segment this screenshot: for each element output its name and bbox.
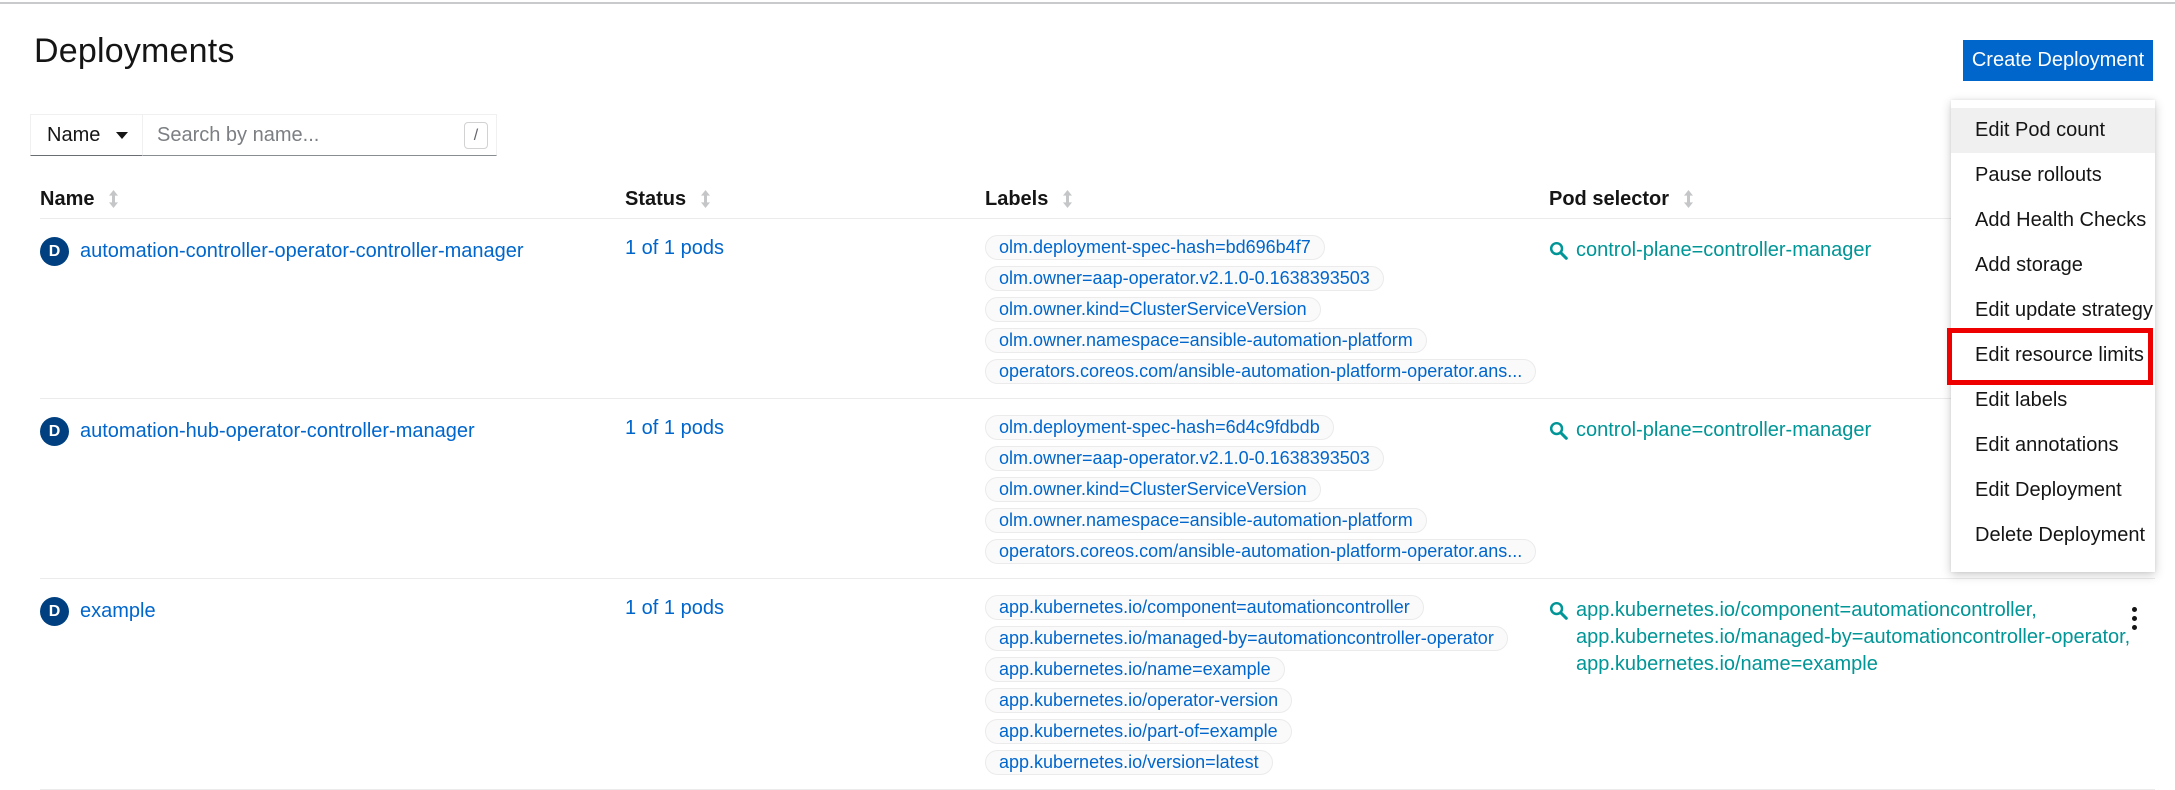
actions-cell (2126, 597, 2155, 634)
table-row: Dexample1 of 1 podsapp.kubernetes.io/com… (40, 578, 2155, 790)
pod-selector-link[interactable]: app.kubernetes.io/component=automationco… (1549, 597, 2089, 678)
menu-item-edit-pod-count[interactable]: Edit Pod count (1951, 108, 2155, 153)
labels-cell: olm.deployment-spec-hash=6d4c9fdbdb olm.o… (985, 415, 1549, 564)
search-box: / (143, 114, 497, 156)
chevron-down-icon (116, 132, 128, 139)
label-pill[interactable]: app.kubernetes.io/name=example (985, 657, 1285, 682)
menu-item-edit-labels[interactable]: Edit labels (1951, 378, 2155, 423)
sort-icon (1683, 190, 1694, 208)
pod-selector-line: control-plane=controller-manager (1576, 417, 1871, 444)
column-header-labels[interactable]: Labels (985, 188, 1549, 211)
labels-cell: olm.deployment-spec-hash=bd696b4f7 olm.ow… (985, 235, 1549, 384)
status-cell: 1 of 1 pods (625, 597, 985, 620)
menu-item-add-health-checks[interactable]: Add Health Checks (1951, 198, 2155, 243)
deployment-link[interactable]: automation-controller-operator-controlle… (80, 240, 524, 263)
filter-type-select[interactable]: Name (30, 114, 143, 156)
deployment-resource-badge: D (40, 597, 69, 626)
label-pill[interactable]: olm.owner.kind=ClusterServiceVersion (985, 297, 1321, 322)
status-cell: 1 of 1 pods (625, 237, 985, 260)
label-pill[interactable]: app.kubernetes.io/version=latest (985, 750, 1273, 775)
filter-type-label: Name (47, 124, 100, 147)
sort-icon (700, 190, 711, 208)
pod-selector-line: app.kubernetes.io/component=automationco… (1576, 597, 2130, 624)
kebab-dropdown-menu: Edit Pod countPause rolloutsAdd Health C… (1951, 100, 2155, 572)
label-pill[interactable]: app.kubernetes.io/component=automationco… (985, 595, 1424, 620)
label-pill[interactable]: operators.coreos.com/ansible-automation-… (985, 539, 1536, 564)
pods-status-link[interactable]: 1 of 1 pods (625, 417, 724, 439)
label-pill[interactable]: olm.owner.namespace=ansible-automation-p… (985, 508, 1427, 533)
label-pill[interactable]: app.kubernetes.io/operator-version (985, 688, 1292, 713)
sort-icon (108, 190, 119, 208)
column-header-label: Name (40, 188, 94, 211)
deployments-table: Name Status Labels Pod selector Dautomation… (0, 180, 2175, 790)
column-header-name[interactable]: Name (40, 188, 625, 211)
masthead-divider (0, 2, 2175, 4)
label-pill[interactable]: olm.owner=aap-operator.v2.1.0-0.16383935… (985, 266, 1384, 291)
label-pill[interactable]: olm.owner=aap-operator.v2.1.0-0.16383935… (985, 446, 1384, 471)
search-input[interactable] (143, 115, 496, 155)
pods-status-link[interactable]: 1 of 1 pods (625, 597, 724, 619)
column-header-label: Labels (985, 188, 1048, 211)
name-cell: Dautomation-hub-operator-controller-mana… (40, 417, 625, 446)
menu-item-edit-deployment[interactable]: Edit Deployment (1951, 468, 2155, 513)
search-icon (1549, 241, 1568, 260)
name-cell: Dautomation-controller-operator-controll… (40, 237, 625, 266)
filter-toolbar: Name / (30, 114, 497, 156)
menu-item-edit-resource-limits[interactable]: Edit resource limits (1951, 333, 2155, 378)
deployment-link[interactable]: automation-hub-operator-controller-manag… (80, 420, 475, 443)
label-pill[interactable]: app.kubernetes.io/managed-by=automationc… (985, 626, 1508, 651)
sort-icon (1062, 190, 1073, 208)
page-title: Deployments (34, 32, 235, 71)
deployment-link[interactable]: example (80, 600, 156, 623)
slash-shortcut-badge: / (464, 122, 488, 149)
kebab-menu-button[interactable] (2126, 603, 2143, 634)
table-header-row: Name Status Labels Pod selector (40, 180, 2155, 218)
label-pill[interactable]: olm.deployment-spec-hash=bd696b4f7 (985, 235, 1325, 260)
label-pill[interactable]: operators.coreos.com/ansible-automation-… (985, 359, 1536, 384)
label-pill[interactable]: olm.owner.kind=ClusterServiceVersion (985, 477, 1321, 502)
pod-selector-line: app.kubernetes.io/managed-by=automationc… (1576, 624, 2130, 651)
menu-item-edit-update-strategy[interactable]: Edit update strategy (1951, 288, 2155, 333)
pod-selector-line: control-plane=controller-manager (1576, 237, 1871, 264)
search-icon (1549, 421, 1568, 440)
table-row: Dautomation-controller-operator-controll… (40, 218, 2155, 398)
name-cell: Dexample (40, 597, 625, 626)
column-header-label: Status (625, 188, 686, 211)
label-pill[interactable]: app.kubernetes.io/part-of=example (985, 719, 1292, 744)
labels-cell: app.kubernetes.io/component=automationco… (985, 595, 1549, 775)
menu-item-edit-annotations[interactable]: Edit annotations (1951, 423, 2155, 468)
status-cell: 1 of 1 pods (625, 417, 985, 440)
column-header-label: Pod selector (1549, 188, 1669, 211)
table-body: Dautomation-controller-operator-controll… (40, 218, 2155, 790)
search-icon (1549, 601, 1568, 620)
deployment-resource-badge: D (40, 417, 69, 446)
label-pill[interactable]: olm.owner.namespace=ansible-automation-p… (985, 328, 1427, 353)
label-pill[interactable]: olm.deployment-spec-hash=6d4c9fdbdb (985, 415, 1334, 440)
menu-item-delete-deployment[interactable]: Delete Deployment (1951, 513, 2155, 558)
create-deployment-button[interactable]: Create Deployment (1963, 40, 2153, 81)
pods-status-link[interactable]: 1 of 1 pods (625, 237, 724, 259)
menu-item-pause-rollouts[interactable]: Pause rollouts (1951, 153, 2155, 198)
column-header-status[interactable]: Status (625, 188, 985, 211)
menu-item-add-storage[interactable]: Add storage (1951, 243, 2155, 288)
pod-selector-cell: app.kubernetes.io/component=automationco… (1549, 597, 2089, 678)
pod-selector-line: app.kubernetes.io/name=example (1576, 651, 2130, 678)
deployment-resource-badge: D (40, 237, 69, 266)
table-row: Dautomation-hub-operator-controller-mana… (40, 398, 2155, 578)
